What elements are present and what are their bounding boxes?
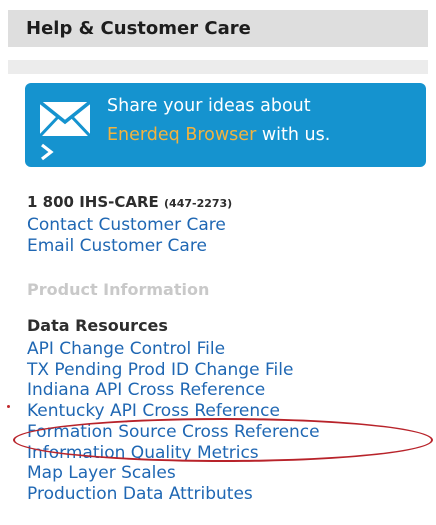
production-data-attributes-link[interactable]: Production Data Attributes	[27, 484, 320, 505]
banner-message: Share your ideas about Enerdeq Browser w…	[107, 92, 330, 150]
phone-label: 1 800 IHS-CARE	[27, 193, 159, 211]
api-change-control-file-link[interactable]: API Change Control File	[27, 339, 320, 360]
feedback-banner[interactable]: Share your ideas about Enerdeq Browser w…	[25, 83, 426, 167]
phone-number: 1 800 IHS-CARE (447-2273)	[27, 193, 232, 211]
panel-title: Help & Customer Care	[26, 18, 251, 39]
map-layer-scales-link[interactable]: Map Layer Scales	[27, 463, 320, 484]
phone-alt: (447-2273)	[164, 197, 233, 210]
contact-links: Contact Customer Care Email Customer Car…	[27, 215, 226, 256]
brand-name: Enerdeq Browser	[107, 125, 257, 145]
data-resources-heading: Data Resources	[27, 316, 168, 335]
help-customer-care-panel: Help & Customer Care Share your ideas ab…	[0, 0, 436, 525]
product-information-heading: Product Information	[27, 280, 210, 299]
divider-strip	[8, 60, 428, 74]
formation-source-cross-reference-link[interactable]: Formation Source Cross Reference	[27, 422, 320, 443]
banner-line-2-suffix: with us.	[256, 125, 331, 145]
chevron-right-icon	[41, 143, 54, 161]
email-customer-care-link[interactable]: Email Customer Care	[27, 236, 226, 257]
banner-line-1: Share your ideas about	[107, 96, 311, 116]
banner-line-2: Enerdeq Browser with us.	[107, 121, 330, 150]
annotation-dot	[7, 405, 10, 408]
information-quality-metrics-link[interactable]: Information Quality Metrics	[27, 443, 320, 464]
tx-pending-prod-id-change-file-link[interactable]: TX Pending Prod ID Change File	[27, 360, 320, 381]
panel-header: Help & Customer Care	[8, 10, 428, 47]
indiana-api-cross-reference-link[interactable]: Indiana API Cross Reference	[27, 380, 320, 401]
envelope-icon	[39, 101, 91, 137]
kentucky-api-cross-reference-link[interactable]: Kentucky API Cross Reference	[27, 401, 320, 422]
data-resources-links: API Change Control File TX Pending Prod …	[27, 339, 320, 505]
contact-customer-care-link[interactable]: Contact Customer Care	[27, 215, 226, 236]
